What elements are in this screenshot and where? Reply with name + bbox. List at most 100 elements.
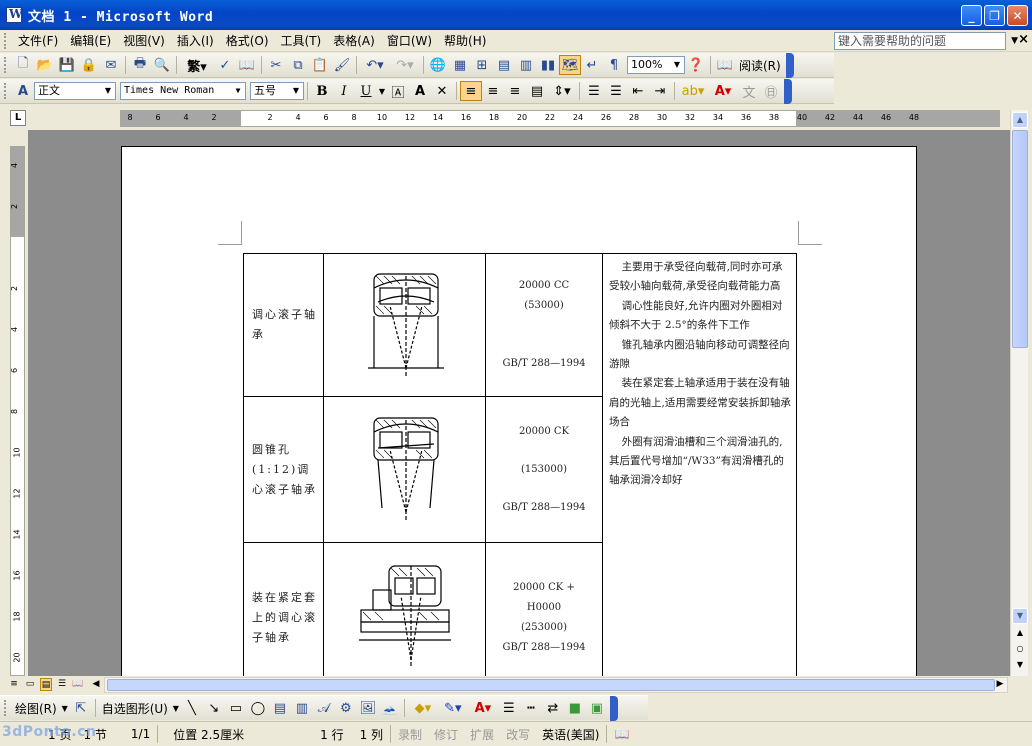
toolbar-grip[interactable] — [4, 57, 8, 73]
new-document-icon[interactable]: 🗋 — [12, 55, 34, 75]
restore-button[interactable]: ❐ — [984, 5, 1005, 26]
status-record[interactable]: 录制 — [392, 726, 428, 743]
fill-color-icon[interactable]: ◆▾ — [408, 698, 438, 718]
read-button[interactable]: 阅读(R) — [736, 57, 784, 74]
bearing-table[interactable]: 调心滚子轴承 20000 CC (53000) GB/T 288—1994 主要… — [243, 253, 797, 676]
scroll-right-button[interactable]: ▶ — [994, 678, 1006, 691]
select-browse-object-icon[interactable]: ○ — [1012, 642, 1028, 658]
decrease-indent-icon[interactable]: ⇤ — [627, 81, 649, 101]
document-page[interactable]: 调心滚子轴承 20000 CC (53000) GB/T 288—1994 主要… — [121, 146, 917, 676]
line-style-icon[interactable]: ☰ — [498, 698, 520, 718]
font-size-select[interactable]: 五号 ▼ — [250, 82, 304, 100]
char-border-icon[interactable]: 🄰 — [387, 81, 409, 101]
line-spacing-icon[interactable]: ⇕▾ — [548, 81, 576, 101]
copy-icon[interactable]: ⧉ — [287, 55, 309, 75]
enclose-characters-icon[interactable]: ㊐ — [760, 81, 782, 101]
phonetic-guide-icon[interactable]: 文 — [738, 81, 760, 101]
bearing-name-cell[interactable]: 调心滚子轴承 — [243, 253, 324, 397]
zoom-select[interactable]: 100% ▼ — [627, 56, 685, 74]
underline-dropdown-icon[interactable]: ▼ — [377, 81, 387, 101]
3d-style-icon[interactable]: ▣ — [586, 698, 608, 718]
distributed-icon[interactable]: ▤ — [526, 81, 548, 101]
shadow-style-icon[interactable]: ■ — [564, 698, 586, 718]
help-search-input[interactable]: 键入需要帮助的问题 — [834, 32, 1006, 50]
horizontal-scroll-thumb[interactable] — [107, 679, 995, 691]
line-icon[interactable]: ╲ — [181, 698, 203, 718]
font-color-icon[interactable]: A▾ — [708, 81, 738, 101]
arrow-icon[interactable]: ↘ — [203, 698, 225, 718]
wordart-icon[interactable]: 𝒜 — [313, 698, 335, 718]
textbox-icon[interactable]: ▤ — [269, 698, 291, 718]
research-icon[interactable]: 📖 — [236, 55, 258, 75]
word-app-icon[interactable] — [6, 7, 22, 23]
menu-tools[interactable]: 工具(T) — [275, 32, 328, 49]
paste-icon[interactable]: 📋 — [309, 55, 331, 75]
email-icon[interactable]: ✉ — [100, 55, 122, 75]
minimize-button[interactable]: _ — [961, 5, 982, 26]
scroll-up-button[interactable]: ▲ — [1012, 112, 1028, 128]
undo-icon[interactable]: ↶▾ — [360, 55, 390, 75]
insert-table-icon[interactable]: ⊞ — [471, 55, 493, 75]
menu-file[interactable]: 文件(F) — [12, 32, 64, 49]
rectangle-icon[interactable]: ▭ — [225, 698, 247, 718]
vertical-scrollbar[interactable]: ▲ ▼ ▲ ○ ▼ — [1010, 110, 1028, 676]
spelling-status-icon[interactable]: 📖 — [608, 727, 635, 741]
hyperlink-icon[interactable]: 🌐 — [427, 55, 449, 75]
document-map-icon[interactable]: 🗺 — [559, 55, 581, 75]
horizontal-scrollbar[interactable] — [104, 677, 1008, 693]
previous-page-icon[interactable]: ▲ — [1012, 626, 1028, 642]
select-objects-icon[interactable]: ⇱ — [70, 698, 92, 718]
toolbar-grip[interactable] — [4, 83, 8, 99]
redo-icon[interactable]: ↷▾ — [390, 55, 420, 75]
help-dropdown-icon[interactable]: ▼ — [1011, 36, 1018, 46]
menu-format[interactable]: 格式(O) — [220, 32, 275, 49]
open-folder-icon[interactable]: 📂 — [34, 55, 56, 75]
bearing-description-cell[interactable]: 主要用于承受径向载荷,同时亦可承受较小轴向载荷,承受径向载荷能力高 调心性能良好… — [602, 253, 797, 676]
status-track-changes[interactable]: 修订 — [428, 726, 464, 743]
scroll-down-button[interactable]: ▼ — [1012, 608, 1028, 624]
status-overtype[interactable]: 改写 — [500, 726, 536, 743]
char-shading-icon[interactable]: A — [409, 81, 431, 101]
draw-font-color-icon[interactable]: A▾ — [468, 698, 498, 718]
spelling-icon[interactable]: ✓ — [214, 55, 236, 75]
numbering-icon[interactable]: ☰ — [583, 81, 605, 101]
styles-formatting-icon[interactable]: A — [12, 81, 34, 101]
close-window-button[interactable]: ✕ — [1007, 5, 1028, 26]
toolbar-grip[interactable] — [4, 700, 8, 716]
permission-icon[interactable]: 🔒 — [78, 55, 100, 75]
scroll-thumb[interactable] — [1012, 130, 1028, 348]
toolbar-options-button[interactable] — [609, 695, 618, 721]
tab-selector-button[interactable]: L — [10, 110, 26, 126]
status-language[interactable]: 英语(美国) — [536, 726, 605, 743]
tables-borders-icon[interactable]: ▦ — [449, 55, 471, 75]
font-select[interactable]: Times New Roman ▼ — [120, 82, 246, 100]
menu-edit[interactable]: 编辑(E) — [64, 32, 117, 49]
insert-excel-icon[interactable]: ▤ — [493, 55, 515, 75]
draw-menu-button[interactable]: 绘图(R) — [12, 700, 60, 717]
toolbar-options-button[interactable] — [784, 78, 792, 104]
print-preview-icon[interactable]: 🔍 — [151, 55, 173, 75]
columns-icon[interactable]: ▥ — [515, 55, 537, 75]
align-center-icon[interactable]: ≡ — [482, 81, 504, 101]
menu-window[interactable]: 窗口(W) — [381, 32, 438, 49]
cut-icon[interactable]: ✂ — [265, 55, 287, 75]
italic-icon[interactable]: I — [333, 81, 355, 101]
chevron-down-icon[interactable]: ▼ — [60, 698, 70, 718]
clipart-icon[interactable]: 🖼 — [357, 698, 379, 718]
autoshapes-button[interactable]: 自选图形(U) — [99, 700, 171, 717]
align-right-icon[interactable]: ≡ — [504, 81, 526, 101]
line-color-icon[interactable]: ✎▾ — [438, 698, 468, 718]
format-painter-icon[interactable]: 🖌 — [331, 55, 353, 75]
dash-style-icon[interactable]: ┅ — [520, 698, 542, 718]
paragraph-mark-icon[interactable]: ¶ — [603, 55, 625, 75]
menu-help[interactable]: 帮助(H) — [438, 32, 492, 49]
oval-icon[interactable]: ◯ — [247, 698, 269, 718]
menu-insert[interactable]: 插入(I) — [171, 32, 220, 49]
scroll-left-button[interactable]: ◀ — [90, 678, 102, 691]
horizontal-ruler[interactable]: 8 6 4 2 2 4 6 8 10 12 14 16 18 20 22 24 26 28 30 32 34 36 38 40… — [120, 110, 1000, 127]
char-scaling-icon[interactable]: ✕ — [431, 81, 453, 101]
web-view-icon[interactable]: ▭ — [24, 678, 36, 691]
highlight-icon[interactable]: ab▾ — [678, 81, 708, 101]
normal-view-icon[interactable]: ≡ — [8, 678, 20, 691]
next-page-icon[interactable]: ▼ — [1012, 658, 1028, 674]
